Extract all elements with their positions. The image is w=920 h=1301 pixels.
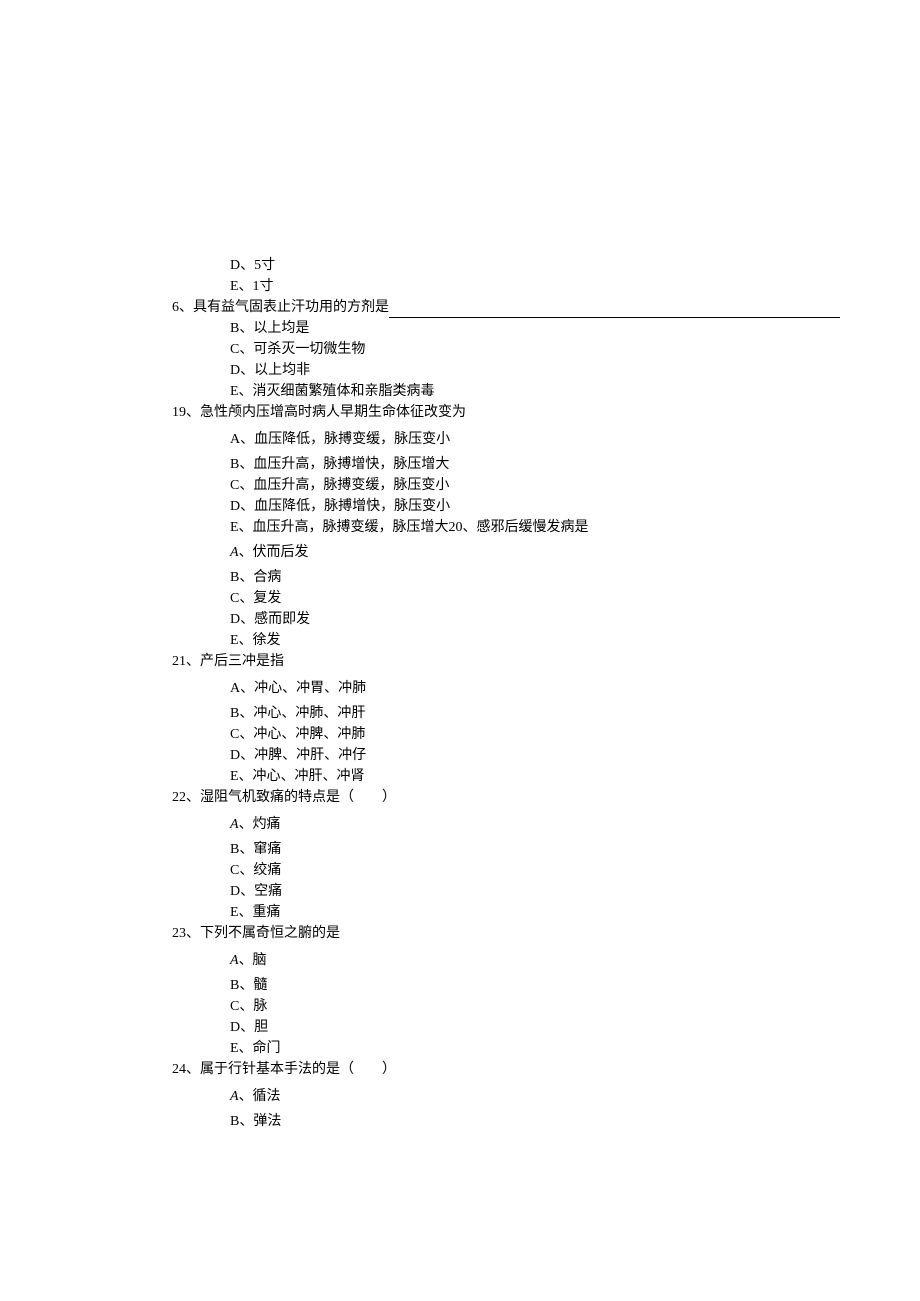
option-line: A、灼痛	[172, 814, 840, 835]
option-line: D、血压降低，脉搏增快，脉压变小	[172, 496, 840, 517]
option-letter: A	[230, 1089, 239, 1104]
option-text: 、灼痛	[239, 817, 281, 832]
option-line: E、血压升高，脉搏变缓，脉压增大20、感邪后缓慢发病是	[172, 517, 840, 538]
option-text: 、循法	[239, 1089, 281, 1104]
option-line: D、感而即发	[172, 609, 840, 630]
option-line: B、以上均是	[172, 318, 840, 339]
option-line: E、消灭细菌繁殖体和亲脂类病毒	[172, 381, 840, 402]
option-line: E、1寸	[172, 276, 840, 297]
option-line: D、5寸	[172, 255, 840, 276]
question-6: 6、具有益气固表止汗功用的方剂是	[172, 297, 840, 318]
option-letter: A	[230, 545, 239, 560]
option-line: D、以上均非	[172, 360, 840, 381]
option-line: E、徐发	[172, 630, 840, 651]
option-letter: A	[230, 817, 239, 832]
option-line: C、可杀灭一切微生物	[172, 339, 840, 360]
option-line: B、窜痛	[172, 839, 840, 860]
question-24: 24、属于行针基本手法的是（ ）	[172, 1059, 840, 1080]
option-line: C、绞痛	[172, 860, 840, 881]
option-text: 、伏而后发	[239, 545, 309, 560]
question-21: 21、产后三冲是指	[172, 651, 840, 672]
option-line: B、髓	[172, 975, 840, 996]
option-line: B、弹法	[172, 1111, 840, 1132]
question-19: 19、急性颅内压增高时病人早期生命体征改变为	[172, 402, 840, 423]
option-letter: A	[230, 953, 239, 968]
option-line: D、胆	[172, 1017, 840, 1038]
question-23: 23、下列不属奇恒之腑的是	[172, 923, 840, 944]
option-line: A、脑	[172, 950, 840, 971]
option-line: A、伏而后发	[172, 542, 840, 563]
option-line: B、冲心、冲肺、冲肝	[172, 703, 840, 724]
option-line: A、血压降低，脉搏变缓，脉压变小	[172, 429, 840, 450]
option-line: A、冲心、冲胃、冲肺	[172, 678, 840, 699]
option-line: C、血压升高，脉搏变缓，脉压变小	[172, 475, 840, 496]
underline	[389, 303, 840, 318]
option-line: D、冲脾、冲肝、冲仔	[172, 745, 840, 766]
option-text: 、脑	[239, 953, 267, 968]
option-line: C、冲心、冲脾、冲肺	[172, 724, 840, 745]
option-line: C、复发	[172, 588, 840, 609]
option-line: D、空痛	[172, 881, 840, 902]
option-line: E、命门	[172, 1038, 840, 1059]
option-line: E、冲心、冲肝、冲肾	[172, 766, 840, 787]
question-22: 22、湿阻气机致痛的特点是（ ）	[172, 787, 840, 808]
option-line: E、重痛	[172, 902, 840, 923]
option-line: C、脉	[172, 996, 840, 1017]
option-line: B、血压升高，脉搏增快，脉压增大	[172, 454, 840, 475]
option-line: A、循法	[172, 1086, 840, 1107]
question-text: 6、具有益气固表止汗功用的方剂是	[172, 297, 389, 318]
option-line: B、合病	[172, 567, 840, 588]
